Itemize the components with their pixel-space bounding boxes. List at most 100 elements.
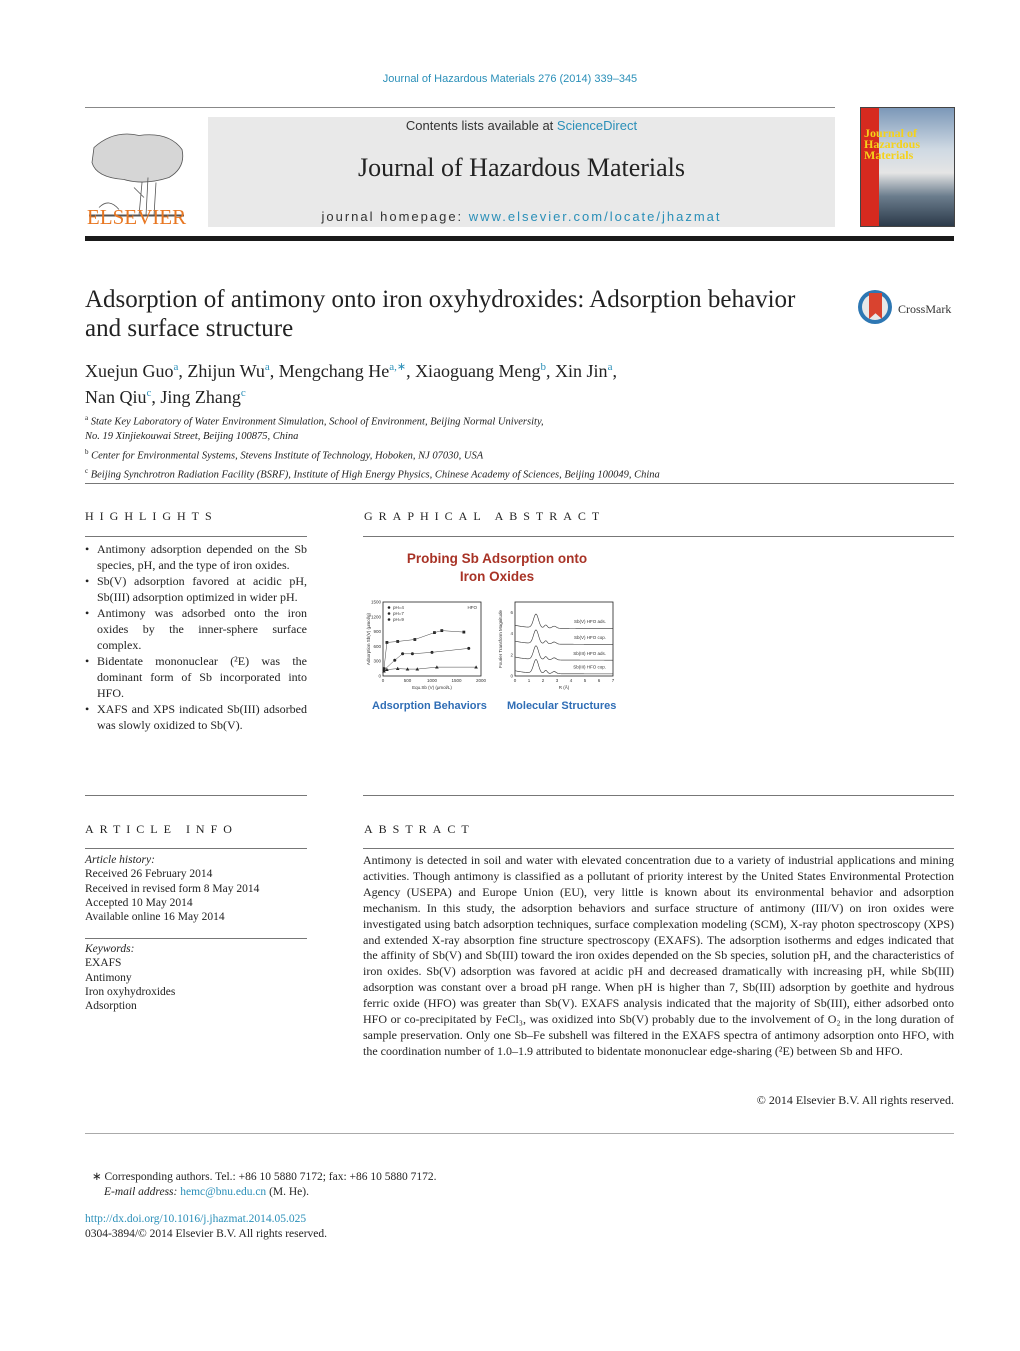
author[interactable]: Jing Zhang	[160, 387, 241, 407]
spectrum-label: Sb(III) HFO cop.	[573, 665, 606, 670]
homepage-link[interactable]: www.elsevier.com/locate/jhazmat	[469, 209, 722, 224]
corresponding-text: ∗ Corresponding authors. Tel.: +86 10 58…	[92, 1171, 437, 1183]
keyword: EXAFS	[85, 957, 122, 970]
issn-line: 0304-3894/© 2014 Elsevier B.V. All right…	[85, 1227, 328, 1240]
affiliation: b Center for Environmental Systems, Stev…	[85, 447, 484, 462]
fit-line	[383, 648, 469, 671]
legend-entry: pH=9	[393, 617, 404, 622]
keyword: Antimony	[85, 971, 132, 984]
article-history: Article history: Received 26 February 20…	[85, 853, 307, 924]
x-tick-label: 1	[528, 678, 531, 683]
y-tick-label: 1500	[371, 600, 382, 605]
exafs-chart: 0 1 2 3 4 5 6 70246R (Å)Fourier Transform Magni…	[498, 601, 615, 690]
graphical-abstract-heading: GRAPHICAL ABSTRACT	[364, 509, 606, 523]
header-divider	[85, 107, 835, 108]
sciencedirect-link[interactable]: ScienceDirect	[557, 118, 637, 133]
y-tick-label: 4	[510, 631, 513, 636]
author-sup[interactable]: a	[608, 361, 613, 373]
highlights-divider	[85, 536, 307, 537]
author-sup[interactable]: b	[541, 361, 547, 373]
highlight-item: Antimony adsorption depended on the Sb s…	[85, 541, 307, 573]
affiliation: c Beijing Synchrotron Radiation Facility…	[85, 466, 660, 481]
highlight-item: Antimony was adsorbed onto the iron oxid…	[85, 605, 307, 653]
legend-marker	[387, 606, 391, 609]
x-tick-label: 0	[382, 678, 385, 683]
x-tick-label: 0	[514, 678, 517, 683]
abstract-divider	[363, 848, 954, 849]
doi-link[interactable]: http://dx.doi.org/10.1016/j.jhazmat.2014…	[85, 1212, 685, 1227]
keywords-label: Keywords:	[85, 943, 135, 955]
affiliation-line2: No. 19 Xinjiekouwai Street, Beijing 1008…	[85, 431, 299, 442]
email-link[interactable]: hemc@bnu.edu.cn	[180, 1186, 266, 1198]
history-label: Article history:	[85, 854, 155, 866]
crossmark-icon	[858, 290, 892, 324]
y-tick-label: 1200	[371, 614, 382, 619]
journal-cover-image[interactable]: Journal of Hazardous Materials	[860, 107, 955, 227]
author[interactable]: Nan Qiu	[85, 387, 147, 407]
contents-prefix: Contents lists available at	[405, 118, 557, 133]
history-item: Available online 16 May 2014	[85, 911, 225, 924]
y-axis-label: Adsorption Sb(V) (μmol/g)	[366, 612, 371, 665]
legend-marker	[387, 612, 391, 615]
ga-title: Probing Sb Adsorption onto Iron Oxides	[406, 551, 588, 584]
journal-homepage: journal homepage: www.elsevier.com/locat…	[208, 209, 835, 224]
crossmark-label: CrossMark	[898, 302, 952, 316]
author-list: Xuejun Guoa, Zhijun Wua, Mengchang Hea,∗…	[85, 361, 617, 407]
keyword: Iron oxyhydroxides	[85, 985, 176, 998]
y-tick-label: 6	[510, 610, 513, 615]
spectrum-label: Sb(V) HFO ads.	[574, 619, 606, 624]
ga-caption-left: Adsorption Behaviors	[372, 700, 487, 712]
cover-title: Journal of Hazardous Materials	[864, 126, 921, 162]
highlights-heading: HIGHLIGHTS	[85, 509, 218, 523]
author-sup[interactable]: a	[174, 361, 179, 373]
elsevier-logo-text[interactable]: ELSEVIER	[84, 205, 189, 230]
legend-entry: pH=4	[393, 605, 404, 610]
journal-citation[interactable]: Journal of Hazardous Materials 276 (2014…	[0, 73, 1020, 85]
y-tick-label: 300	[373, 659, 381, 664]
graphical-abstract-image[interactable]: Probing Sb Adsorption onto Iron Oxides 0 5…	[362, 540, 632, 720]
abstract-copyright: © 2014 Elsevier B.V. All rights reserved…	[756, 1093, 954, 1107]
keyword: Adsorption	[85, 1000, 137, 1013]
graphical-abstract-divider	[363, 536, 954, 537]
highlights-list: Antimony adsorption depended on the Sb s…	[85, 541, 307, 733]
author[interactable]: Xuejun Guo	[85, 361, 174, 381]
history-item: Received 26 February 2014	[85, 868, 213, 881]
doi-block: http://dx.doi.org/10.1016/j.jhazmat.2014…	[85, 1212, 685, 1241]
author-sup[interactable]: c	[147, 387, 152, 399]
crossmark-badge[interactable]: CrossMark	[858, 290, 958, 330]
legend-entry: pH=7	[393, 611, 404, 616]
x-tick-label: 5	[584, 678, 587, 683]
affiliation: a State Key Laboratory of Water Environm…	[85, 414, 544, 428]
homepage-prefix: journal homepage:	[321, 209, 469, 224]
legend-marker	[387, 618, 391, 621]
x-axis-label: Equ.Sb (V) (μmol/L)	[412, 685, 452, 690]
abstract-heading: ABSTRACT	[364, 822, 475, 836]
highlight-item: Sb(V) adsorption favored at acidic pH, S…	[85, 573, 307, 605]
x-axis-label: R (Å)	[559, 684, 570, 690]
email-line: E-mail address: hemc@bnu.edu.cn (M. He).	[104, 1185, 309, 1198]
adsorption-isotherm-chart: 0 500 1000 1500 2000030060090012001500Equ.Sb…	[366, 600, 487, 691]
author[interactable]: Xiaoguang Meng	[415, 361, 540, 381]
x-tick-label: 500	[404, 678, 412, 683]
author-sup[interactable]: a,∗	[389, 361, 406, 373]
author[interactable]: Xin Jin	[555, 361, 608, 381]
y-axis-label: Fourier Transform Magnitude	[498, 609, 503, 668]
graphical-abstract-bottom-divider	[363, 795, 954, 796]
y-tick-label: 2	[510, 652, 513, 657]
history-item: Accepted 10 May 2014	[85, 896, 193, 909]
article-info-divider	[85, 848, 307, 849]
author-sup[interactable]: c	[241, 387, 246, 399]
x-tick-label: 6	[598, 678, 601, 683]
spectrum-label: Sb(III) HFO ads.	[573, 651, 606, 656]
author[interactable]: Mengchang He	[279, 361, 389, 381]
x-tick-label: 2	[542, 678, 545, 683]
chart-annotation: HFO	[468, 605, 478, 610]
fit-line	[383, 630, 464, 669]
affiliations: a State Key Laboratory of Water Environm…	[85, 411, 935, 483]
author-sup[interactable]: a	[265, 361, 270, 373]
x-tick-label: 7	[612, 678, 615, 683]
author[interactable]: Zhijun Wu	[187, 361, 264, 381]
highlight-item: XAFS and XPS indicated Sb(III) adsorbed …	[85, 701, 307, 733]
spectrum-label: Sb(V) HFO cop.	[574, 635, 606, 640]
x-tick-label: 3	[556, 678, 559, 683]
